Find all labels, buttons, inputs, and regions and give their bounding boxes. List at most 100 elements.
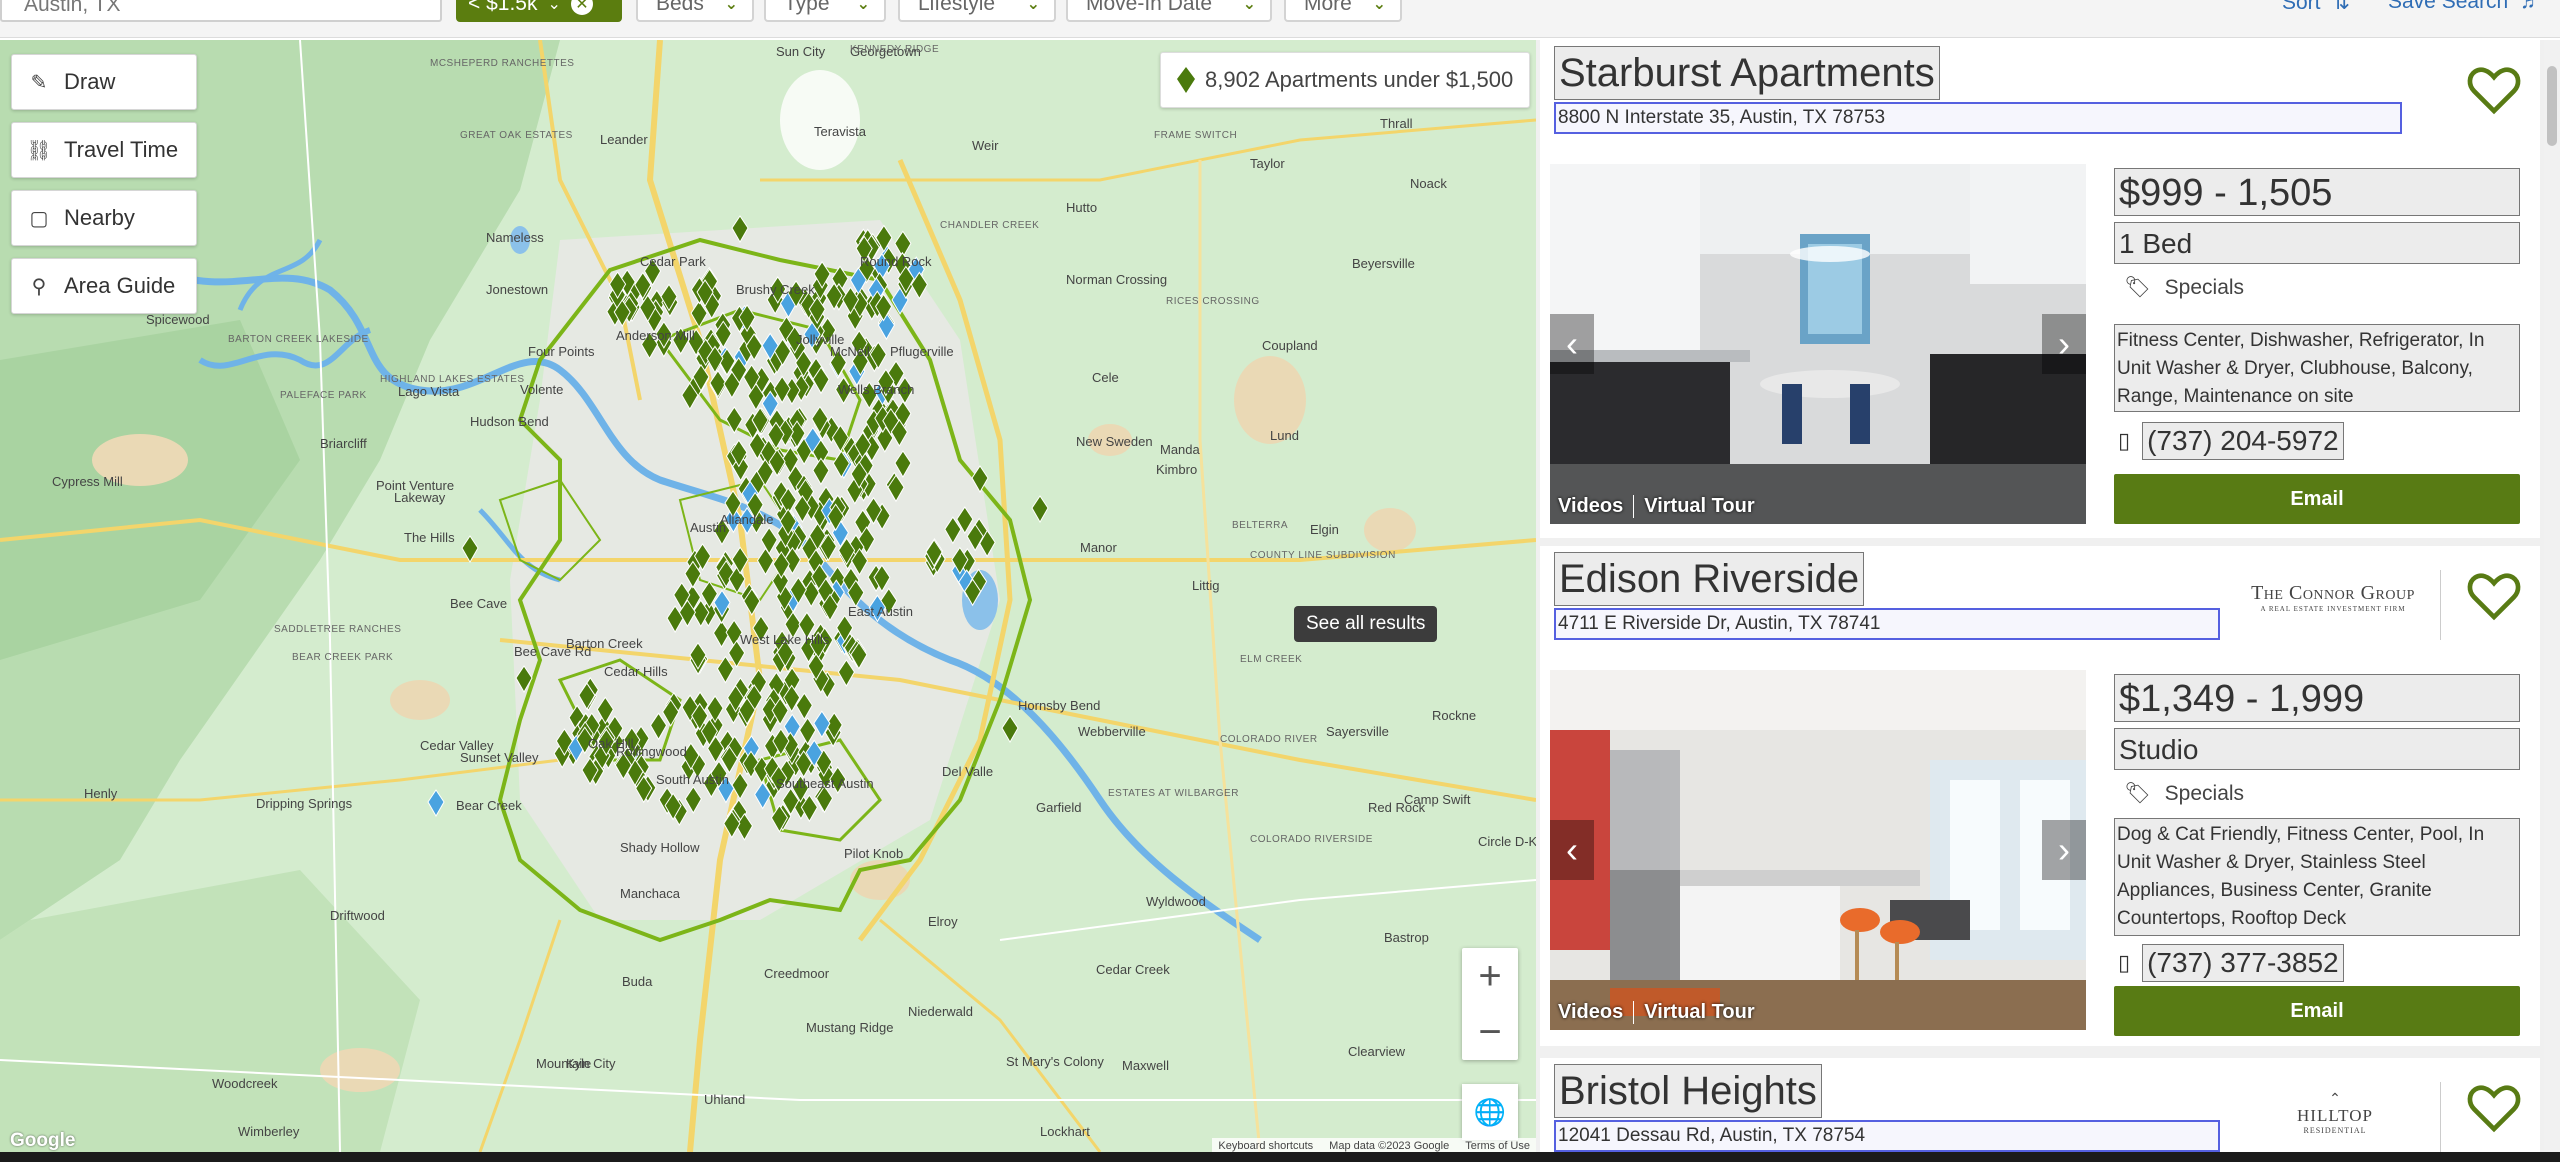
price-filter-label: < $1.5k <box>468 0 538 15</box>
see-all-results-tooltip[interactable]: See all results <box>1294 606 1438 642</box>
videos-link[interactable]: Videos <box>1558 1001 1623 1024</box>
map-town-label: CHANDLER CREEK <box>940 220 1040 231</box>
heart-icon[interactable] <box>2466 62 2522 118</box>
email-button[interactable]: Email <box>2114 986 2520 1036</box>
map-town-label: Cedar Creek <box>1096 962 1170 977</box>
map-town-label: Spicewood <box>146 312 210 327</box>
map-town-label: Briarcliff <box>320 436 367 451</box>
area-guide-button[interactable]: ⚲ Area Guide <box>11 258 197 314</box>
phone-row[interactable]: ▯ (737) 204-5972 <box>2118 422 2344 460</box>
listing-photo[interactable]: ‹ › Videos Virtual Tour <box>1550 670 2086 1030</box>
photo-next-button[interactable]: › <box>2042 820 2086 880</box>
specials-label: Specials <box>2164 276 2245 299</box>
sort-label: Sort <box>2282 0 2321 14</box>
map-town-label: Elgin <box>1310 522 1339 537</box>
listing-address[interactable]: 12041 Dessau Rd, Austin, TX 78754 <box>1554 1120 2220 1152</box>
map-town-label: BEAR CREEK PARK <box>292 652 394 663</box>
map-town-label: Nameless <box>486 230 544 245</box>
save-search-button[interactable]: Save Search ♬ <box>2388 0 2541 14</box>
search-input[interactable]: Austin, TX <box>0 0 442 22</box>
listing-card[interactable]: Starburst Apartments 8800 N Interstate 3… <box>1540 40 2540 538</box>
phone-row[interactable]: ▯ (737) 377-3852 <box>2118 944 2344 982</box>
map-town-label: Mountain City <box>536 1056 616 1071</box>
map-town-label: Volente <box>520 382 564 397</box>
travel-time-label: Travel Time <box>64 137 179 162</box>
listing-title[interactable]: Bristol Heights <box>1554 1064 1822 1118</box>
tag-icon: 🏷 <box>2124 276 2151 299</box>
listings-scrollbar[interactable] <box>2544 40 2560 1152</box>
map-town-label: Jonestown <box>486 282 549 297</box>
keyboard-shortcuts-link[interactable]: Keyboard shortcuts <box>1218 1140 1313 1152</box>
more-filter[interactable]: More ⌄ <box>1284 0 1402 22</box>
map-town-label: Pilot Knob <box>844 846 904 861</box>
chevron-down-icon: ⌄ <box>1372 0 1386 13</box>
zoom-out-button[interactable]: − <box>1462 1004 1518 1060</box>
virtual-tour-link[interactable]: Virtual Tour <box>1644 1001 1754 1024</box>
listing-photo[interactable]: ‹ › Videos Virtual Tour <box>1550 164 2086 524</box>
listing-phone[interactable]: (737) 204-5972 <box>2142 422 2344 460</box>
map-canvas[interactable] <box>0 40 1536 1152</box>
listing-price: $1,349 - 1,999 <box>2114 674 2520 722</box>
photo-next-button[interactable]: › <box>2042 314 2086 374</box>
guide-icon: ⚲ <box>31 275 47 298</box>
zoom-in-button[interactable]: + <box>1462 948 1518 1004</box>
virtual-tour-link[interactable]: Virtual Tour <box>1644 495 1754 518</box>
heart-icon[interactable] <box>2466 568 2522 624</box>
listing-title[interactable]: Edison Riverside <box>1554 552 1865 606</box>
map-town-label: Bee Cave <box>450 596 508 611</box>
media-tags: Videos Virtual Tour <box>1558 495 1755 518</box>
map-town-label: Rockne <box>1432 708 1477 723</box>
listing-address[interactable]: 8800 N Interstate 35, Austin, TX 78753 <box>1554 102 2402 134</box>
listing-phone[interactable]: (737) 377-3852 <box>2142 944 2344 982</box>
beds-filter[interactable]: Beds ⌄ <box>636 0 754 22</box>
price-filter-pill[interactable]: < $1.5k ⌄ ✕ <box>456 0 622 22</box>
map-town-label: Woodcreek <box>212 1076 278 1091</box>
globe-icon[interactable]: 🌐 <box>1462 1084 1518 1140</box>
terms-of-use-link[interactable]: Terms of Use <box>1465 1140 1530 1152</box>
lifestyle-filter[interactable]: Lifestyle ⌄ <box>898 0 1056 22</box>
map-town-label: PALEFACE PARK <box>280 390 367 401</box>
email-button[interactable]: Email <box>2114 474 2520 524</box>
map-town-label: Manor <box>1080 540 1117 555</box>
map-town-label: Lockhart <box>1040 1124 1090 1139</box>
map-town-label: Manda <box>1160 442 1200 457</box>
listing-card[interactable]: Edison Riverside 4711 E Riverside Dr, Au… <box>1540 546 2540 1046</box>
map-town-label: Oak Hill <box>588 736 634 751</box>
map-town-label: Beyersville <box>1352 256 1415 271</box>
draw-button[interactable]: ✎ Draw <box>11 54 197 110</box>
move-in-date-filter[interactable]: Move-In Date ⌄ <box>1066 0 1272 22</box>
map-town-label: Taylor <box>1250 156 1285 171</box>
map-town-label: Teravista <box>814 124 867 139</box>
tag-icon: 🏷 <box>2124 782 2151 805</box>
type-filter-label: Type <box>784 0 830 15</box>
map-town-label: COUNTY LINE SUBDIVISION <box>1250 550 1396 561</box>
map[interactable]: Georgetown Leander Cedar Park Round Rock Pfl… <box>0 40 1536 1152</box>
travel-time-button[interactable]: ⛓ Travel Time <box>11 122 197 178</box>
photo-prev-button[interactable]: ‹ <box>1550 314 1594 374</box>
nearby-button[interactable]: ▢ Nearby <box>11 190 197 246</box>
bell-icon: ♬ <box>2520 0 2542 13</box>
type-filter[interactable]: Type ⌄ <box>764 0 886 22</box>
map-town-label: FRAME SWITCH <box>1154 130 1238 141</box>
sort-button[interactable]: Sort ⇅ <box>2282 0 2350 15</box>
move-in-date-filter-label: Move-In Date <box>1086 0 1213 15</box>
map-pin-icon <box>1177 67 1195 93</box>
listing-card[interactable]: Bristol Heights 12041 Dessau Rd, Austin,… <box>1540 1058 2540 1152</box>
clear-filter-icon[interactable]: ✕ <box>570 0 593 15</box>
heart-icon[interactable] <box>2466 1080 2522 1136</box>
listing-title[interactable]: Starburst Apartments <box>1554 46 1940 100</box>
hilltop-residential-logo: ⌃ HILLTOP RESIDENTIAL <box>2280 1093 2390 1136</box>
specials-tag: 🏷 Specials <box>2124 782 2244 806</box>
scrollbar-thumb[interactable] <box>2547 66 2557 146</box>
map-town-label: Cele <box>1092 370 1119 385</box>
map-town-label: Red Rock <box>1368 800 1426 815</box>
videos-link[interactable]: Videos <box>1558 495 1623 518</box>
chevron-down-icon: ⌄ <box>547 0 561 13</box>
phone-icon: ▯ <box>2118 950 2131 975</box>
nearby-label: Nearby <box>64 205 135 230</box>
map-town-label: ESTATES AT WILBARGER <box>1108 788 1239 799</box>
listing-address[interactable]: 4711 E Riverside Dr, Austin, TX 78741 <box>1554 608 2220 640</box>
square-icon: ▢ <box>29 207 49 230</box>
photo-prev-button[interactable]: ‹ <box>1550 820 1594 880</box>
listing-beds: Studio <box>2114 728 2520 770</box>
